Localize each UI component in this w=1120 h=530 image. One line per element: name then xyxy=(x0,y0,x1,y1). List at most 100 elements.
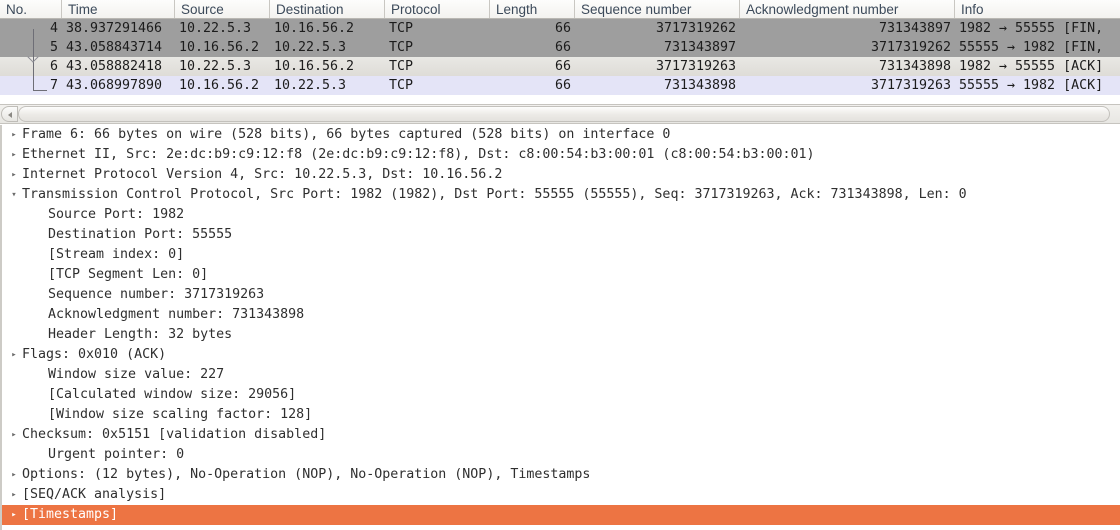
chevron-right-icon[interactable]: ▸ xyxy=(6,485,22,505)
column-header-sequence-number[interactable]: Sequence number xyxy=(575,0,740,18)
detail-row-label: Urgent pointer: 0 xyxy=(48,447,185,462)
packet-cell-sequence: 731343898 xyxy=(663,78,736,93)
packet-cell-no: 7 xyxy=(49,78,58,93)
detail-row[interactable]: ▸ Checksum: 0x5151 [validation disabled] xyxy=(2,425,1120,445)
packet-row[interactable]: 4 38.937291466 10.22.5.3 10.16.56.2 TCP 66 371… xyxy=(0,19,1120,38)
column-header-time[interactable]: Time xyxy=(62,0,175,18)
detail-row-label: Checksum: 0x5151 [validation disabled] xyxy=(22,427,327,442)
detail-row[interactable]: Destination Port: 55555 xyxy=(2,225,1120,245)
packet-row[interactable]: 7 43.068997890 10.16.56.2 10.22.5.3 TCP 66 731… xyxy=(0,76,1120,95)
packet-cell-protocol: TCP xyxy=(389,40,414,55)
column-header-protocol[interactable]: Protocol xyxy=(385,0,490,18)
chevron-right-icon[interactable]: ▸ xyxy=(6,505,22,525)
packet-cell-source: 10.22.5.3 xyxy=(179,59,252,74)
packet-cell-protocol: TCP xyxy=(389,78,414,93)
detail-row[interactable]: ▸ [SEQ/ACK analysis] xyxy=(2,485,1120,505)
scroll-left-arrow-icon[interactable] xyxy=(1,106,18,122)
detail-row-label: Window size value: 227 xyxy=(48,367,225,382)
packet-cell-source: 10.16.56.2 xyxy=(179,40,260,55)
detail-row[interactable]: ▸ Internet Protocol Version 4, Src: 10.22… xyxy=(2,165,1120,185)
packet-cell-ack: 731343897 xyxy=(878,21,951,36)
column-header-info[interactable]: Info xyxy=(955,0,1120,18)
detail-row-label: Flags: 0x010 (ACK) xyxy=(22,347,167,362)
packet-cell-no: 4 xyxy=(49,21,58,36)
detail-row-label: Source Port: 1982 xyxy=(48,207,185,222)
packet-cell-destination: 10.16.56.2 xyxy=(274,59,355,74)
detail-row-label: [TCP Segment Len: 0] xyxy=(48,267,209,282)
column-header-source[interactable]: Source xyxy=(175,0,270,18)
packet-cell-time: 38.937291466 xyxy=(66,21,163,36)
chevron-right-icon[interactable]: ▸ xyxy=(6,145,22,165)
packet-cell-length: 66 xyxy=(554,78,571,93)
detail-row[interactable]: Header Length: 32 bytes xyxy=(2,325,1120,345)
packet-cell-destination: 10.16.56.2 xyxy=(274,21,355,36)
chevron-right-icon[interactable]: ▸ xyxy=(6,125,22,145)
detail-row[interactable]: [Window size scaling factor: 128] xyxy=(2,405,1120,425)
detail-row-label: Options: (12 bytes), No-Operation (NOP),… xyxy=(22,467,591,482)
packet-cell-ack: 731343898 xyxy=(878,59,951,74)
detail-row-label: [SEQ/ACK analysis] xyxy=(22,487,167,502)
packet-cell-ack: 3717319262 xyxy=(870,40,951,55)
packet-detail-pane[interactable]: ▸ Frame 6: 66 bytes on wire (528 bits), 6… xyxy=(0,125,1120,530)
detail-row[interactable]: ▾ Transmission Control Protocol, Src Port… xyxy=(2,185,1120,205)
detail-row-label: Acknowledgment number: 731343898 xyxy=(48,307,305,322)
detail-row-label: [Stream index: 0] xyxy=(48,247,185,262)
detail-row-label: Ethernet II, Src: 2e:dc:b9:c9:12:f8 (2e:… xyxy=(22,147,815,162)
packet-list-body[interactable]: 4 38.937291466 10.22.5.3 10.16.56.2 TCP 66 371… xyxy=(0,19,1120,95)
chevron-right-icon[interactable]: ▸ xyxy=(6,345,22,365)
packet-cell-info: 55555 → 1982 [ACK] xyxy=(959,78,1104,93)
packet-cell-info: 1982 → 55555 [FIN, xyxy=(959,21,1104,36)
packet-cell-time: 43.068997890 xyxy=(66,78,163,93)
chevron-right-icon[interactable]: ▸ xyxy=(6,165,22,185)
packet-cell-ack: 3717319263 xyxy=(870,78,951,93)
detail-row[interactable]: ▸ Frame 6: 66 bytes on wire (528 bits), 6… xyxy=(2,125,1120,145)
packet-cell-destination: 10.22.5.3 xyxy=(274,40,347,55)
detail-row-label: Destination Port: 55555 xyxy=(48,227,233,242)
packet-cell-info: 1982 → 55555 [ACK] xyxy=(959,59,1104,74)
packet-cell-length: 66 xyxy=(554,40,571,55)
chevron-right-icon[interactable]: ▸ xyxy=(6,425,22,445)
packet-list-hscrollbar[interactable] xyxy=(0,104,1120,124)
detail-row[interactable]: Sequence number: 3717319263 xyxy=(2,285,1120,305)
packet-list-header[interactable]: No. Time Source Destination Protocol Length Se… xyxy=(0,0,1120,19)
detail-row-label: Transmission Control Protocol, Src Port:… xyxy=(22,187,967,202)
detail-row[interactable]: [Stream index: 0] xyxy=(2,245,1120,265)
packet-cell-destination: 10.22.5.3 xyxy=(274,78,347,93)
packet-cell-protocol: TCP xyxy=(389,59,414,74)
column-header-destination[interactable]: Destination xyxy=(270,0,385,18)
column-header-length[interactable]: Length xyxy=(490,0,575,18)
packet-row[interactable]: 6 43.058882418 10.22.5.3 10.16.56.2 TCP 66 371… xyxy=(0,57,1120,76)
packet-cell-info: 55555 → 1982 [FIN, xyxy=(959,40,1104,55)
detail-row[interactable]: ▸ Flags: 0x010 (ACK) xyxy=(2,345,1120,365)
detail-row-label: [Calculated window size: 29056] xyxy=(48,387,297,402)
detail-row-selected[interactable]: ▸ [Timestamps] xyxy=(2,505,1120,525)
detail-row[interactable]: Source Port: 1982 xyxy=(2,205,1120,225)
detail-row[interactable]: Acknowledgment number: 731343898 xyxy=(2,305,1120,325)
packet-cell-protocol: TCP xyxy=(389,21,414,36)
column-header-acknowledgment-number[interactable]: Acknowledgment number xyxy=(740,0,955,18)
packet-cell-sequence: 731343897 xyxy=(663,40,736,55)
packet-cell-source: 10.16.56.2 xyxy=(179,78,260,93)
detail-row[interactable]: [TCP Segment Len: 0] xyxy=(2,265,1120,285)
packet-cell-time: 43.058843714 xyxy=(66,40,163,55)
detail-row-label: Sequence number: 3717319263 xyxy=(48,287,265,302)
packet-cell-length: 66 xyxy=(554,59,571,74)
detail-row-label: Header Length: 32 bytes xyxy=(48,327,233,342)
detail-row[interactable]: Urgent pointer: 0 xyxy=(2,445,1120,465)
detail-row-label: Internet Protocol Version 4, Src: 10.22.… xyxy=(22,167,503,182)
detail-row[interactable]: ▸ Options: (12 bytes), No-Operation (NOP)… xyxy=(2,465,1120,485)
scrollbar-thumb[interactable] xyxy=(18,106,1110,122)
chevron-down-icon[interactable]: ▾ xyxy=(6,185,22,205)
packet-cell-length: 66 xyxy=(554,21,571,36)
detail-row[interactable]: ▸ Ethernet II, Src: 2e:dc:b9:c9:12:f8 (2e… xyxy=(2,145,1120,165)
detail-row-label: Frame 6: 66 bytes on wire (528 bits), 66… xyxy=(22,127,671,142)
column-header-no[interactable]: No. xyxy=(0,0,62,18)
packet-list-pane[interactable]: No. Time Source Destination Protocol Length Se… xyxy=(0,0,1120,104)
packet-cell-sequence: 3717319262 xyxy=(655,21,736,36)
chevron-right-icon[interactable]: ▸ xyxy=(6,465,22,485)
packet-cell-sequence: 3717319263 xyxy=(655,59,736,74)
detail-row[interactable]: [Calculated window size: 29056] xyxy=(2,385,1120,405)
packet-row[interactable]: 5 43.058843714 10.16.56.2 10.22.5.3 TCP 66 731… xyxy=(0,38,1120,57)
related-packet-end-tick xyxy=(33,90,47,91)
detail-row[interactable]: Window size value: 227 xyxy=(2,365,1120,385)
